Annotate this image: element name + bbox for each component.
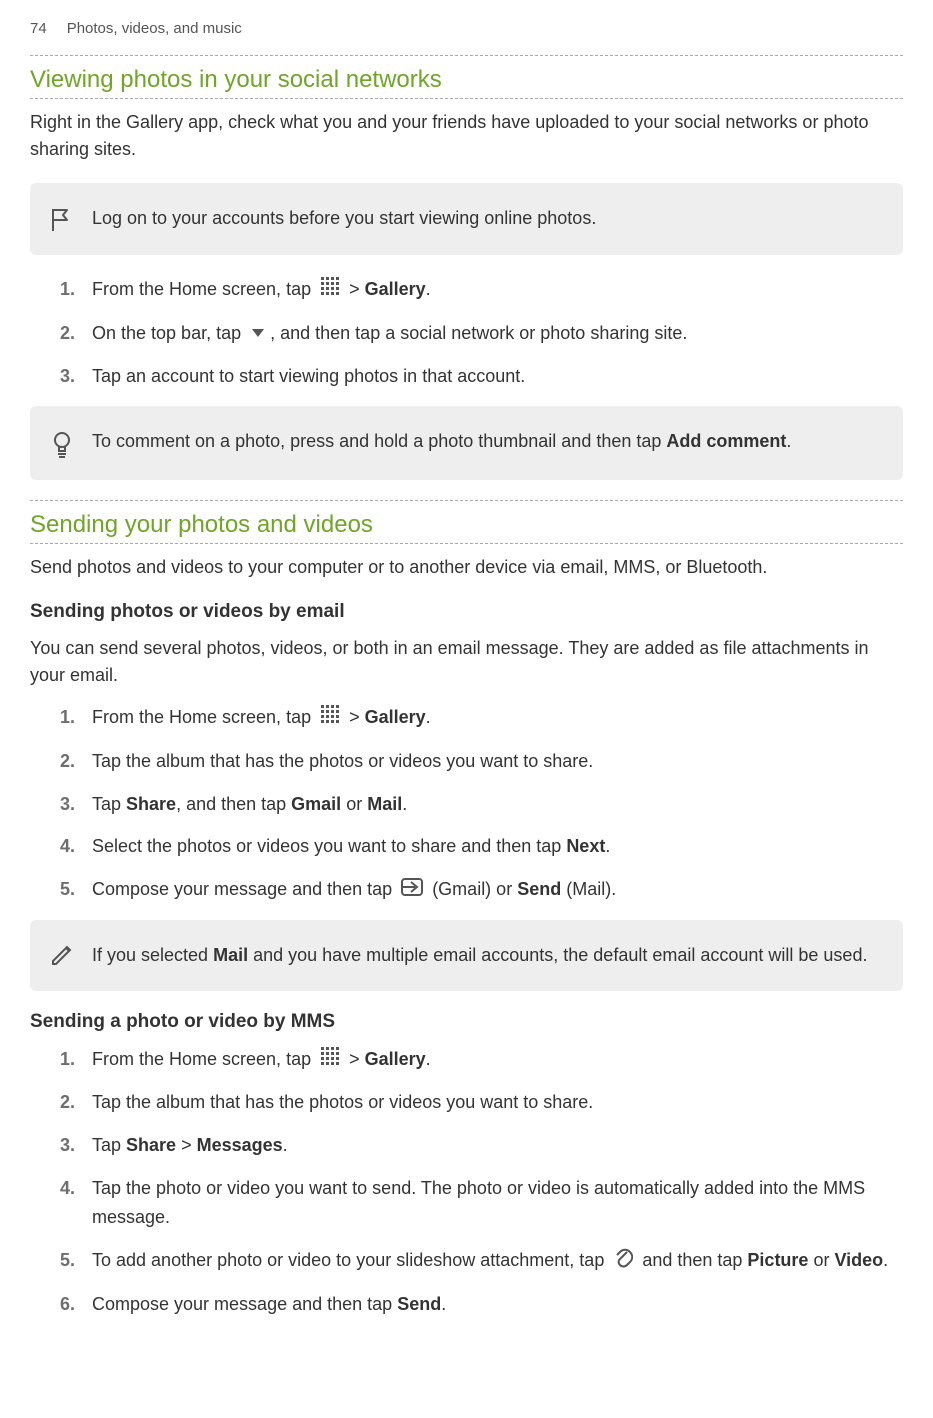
body-text: You can send several photos, videos, or …: [30, 635, 903, 689]
list-number: 6.: [60, 1290, 78, 1319]
callout-text: To comment on a photo, press and hold a …: [92, 428, 791, 455]
list-item: 1. From the Home screen, tap > Gallery.: [60, 1045, 903, 1075]
list-number: 4.: [60, 1174, 78, 1232]
list-number: 1.: [60, 703, 78, 733]
list-item: 3. Tap an account to start viewing photo…: [60, 362, 903, 391]
flag-icon: [50, 205, 74, 233]
divider: [30, 543, 903, 544]
list-content: From the Home screen, tap > Gallery.: [92, 703, 431, 733]
steps-list-social: 1. From the Home screen, tap > Gallery. …: [30, 275, 903, 391]
subsection-title-mms: Sending a photo or video by MMS: [30, 1011, 903, 1033]
apps-grid-icon: [320, 1046, 340, 1075]
list-item: 3. Tap Share, and then tap Gmail or Mail…: [60, 790, 903, 819]
steps-list-mms: 1. From the Home screen, tap > Gallery. …: [30, 1045, 903, 1319]
attachment-icon: [613, 1246, 633, 1277]
list-item: 3. Tap Share > Messages.: [60, 1131, 903, 1160]
list-number: 1.: [60, 1045, 78, 1075]
list-content: On the top bar, tap , and then tap a soc…: [92, 319, 687, 349]
section-title-sending: Sending your photos and videos: [30, 511, 903, 539]
list-content: Tap Share, and then tap Gmail or Mail.: [92, 790, 407, 819]
list-item: 1. From the Home screen, tap > Gallery.: [60, 703, 903, 733]
list-content: Tap the album that has the photos or vid…: [92, 1088, 593, 1117]
list-item: 2. Tap the album that has the photos or …: [60, 747, 903, 776]
list-number: 2.: [60, 319, 78, 349]
send-arrow-icon: [401, 876, 423, 905]
section-intro: Send photos and videos to your computer …: [30, 554, 903, 581]
section-title-social: Viewing photos in your social networks: [30, 66, 903, 94]
lightbulb-icon: [50, 428, 74, 458]
list-content: Select the photos or videos you want to …: [92, 832, 610, 861]
apps-grid-icon: [320, 704, 340, 733]
pencil-icon: [50, 942, 74, 968]
apps-grid-icon: [320, 276, 340, 305]
list-item: 2. Tap the album that has the photos or …: [60, 1088, 903, 1117]
page-header: 74 Photos, videos, and music: [30, 20, 903, 37]
list-content: From the Home screen, tap > Gallery.: [92, 275, 431, 305]
list-content: To add another photo or video to your sl…: [92, 1246, 888, 1277]
divider: [30, 500, 903, 501]
list-number: 5.: [60, 875, 78, 905]
list-number: 3.: [60, 362, 78, 391]
dropdown-triangle-icon: [250, 319, 266, 348]
list-content: Compose your message and then tap Send.: [92, 1290, 446, 1319]
callout-tip: To comment on a photo, press and hold a …: [30, 406, 903, 480]
callout-note: If you selected Mail and you have multip…: [30, 920, 903, 991]
list-content: Tap the photo or video you want to send.…: [92, 1174, 903, 1232]
list-item: 4. Select the photos or videos you want …: [60, 832, 903, 861]
list-content: From the Home screen, tap > Gallery.: [92, 1045, 431, 1075]
callout-text: If you selected Mail and you have multip…: [92, 942, 867, 969]
list-item: 6. Compose your message and then tap Sen…: [60, 1290, 903, 1319]
list-number: 4.: [60, 832, 78, 861]
subsection-title-email: Sending photos or videos by email: [30, 601, 903, 623]
list-content: Tap Share > Messages.: [92, 1131, 288, 1160]
steps-list-email: 1. From the Home screen, tap > Gallery. …: [30, 703, 903, 905]
list-item: 2. On the top bar, tap , and then tap a …: [60, 319, 903, 349]
breadcrumb: Photos, videos, and music: [67, 20, 242, 37]
list-content: Tap the album that has the photos or vid…: [92, 747, 593, 776]
list-number: 5.: [60, 1246, 78, 1277]
list-item: 5. To add another photo or video to your…: [60, 1246, 903, 1277]
list-item: 5. Compose your message and then tap (Gm…: [60, 875, 903, 905]
page-number: 74: [30, 20, 47, 37]
section-intro: Right in the Gallery app, check what you…: [30, 109, 903, 163]
list-item: 4. Tap the photo or video you want to se…: [60, 1174, 903, 1232]
list-number: 1.: [60, 275, 78, 305]
callout-text: Log on to your accounts before you start…: [92, 205, 596, 232]
divider: [30, 55, 903, 56]
list-content: Tap an account to start viewing photos i…: [92, 362, 525, 391]
list-number: 2.: [60, 1088, 78, 1117]
list-content: Compose your message and then tap (Gmail…: [92, 875, 616, 905]
list-number: 3.: [60, 1131, 78, 1160]
divider: [30, 98, 903, 99]
callout-flag: Log on to your accounts before you start…: [30, 183, 903, 255]
list-number: 2.: [60, 747, 78, 776]
list-number: 3.: [60, 790, 78, 819]
list-item: 1. From the Home screen, tap > Gallery.: [60, 275, 903, 305]
